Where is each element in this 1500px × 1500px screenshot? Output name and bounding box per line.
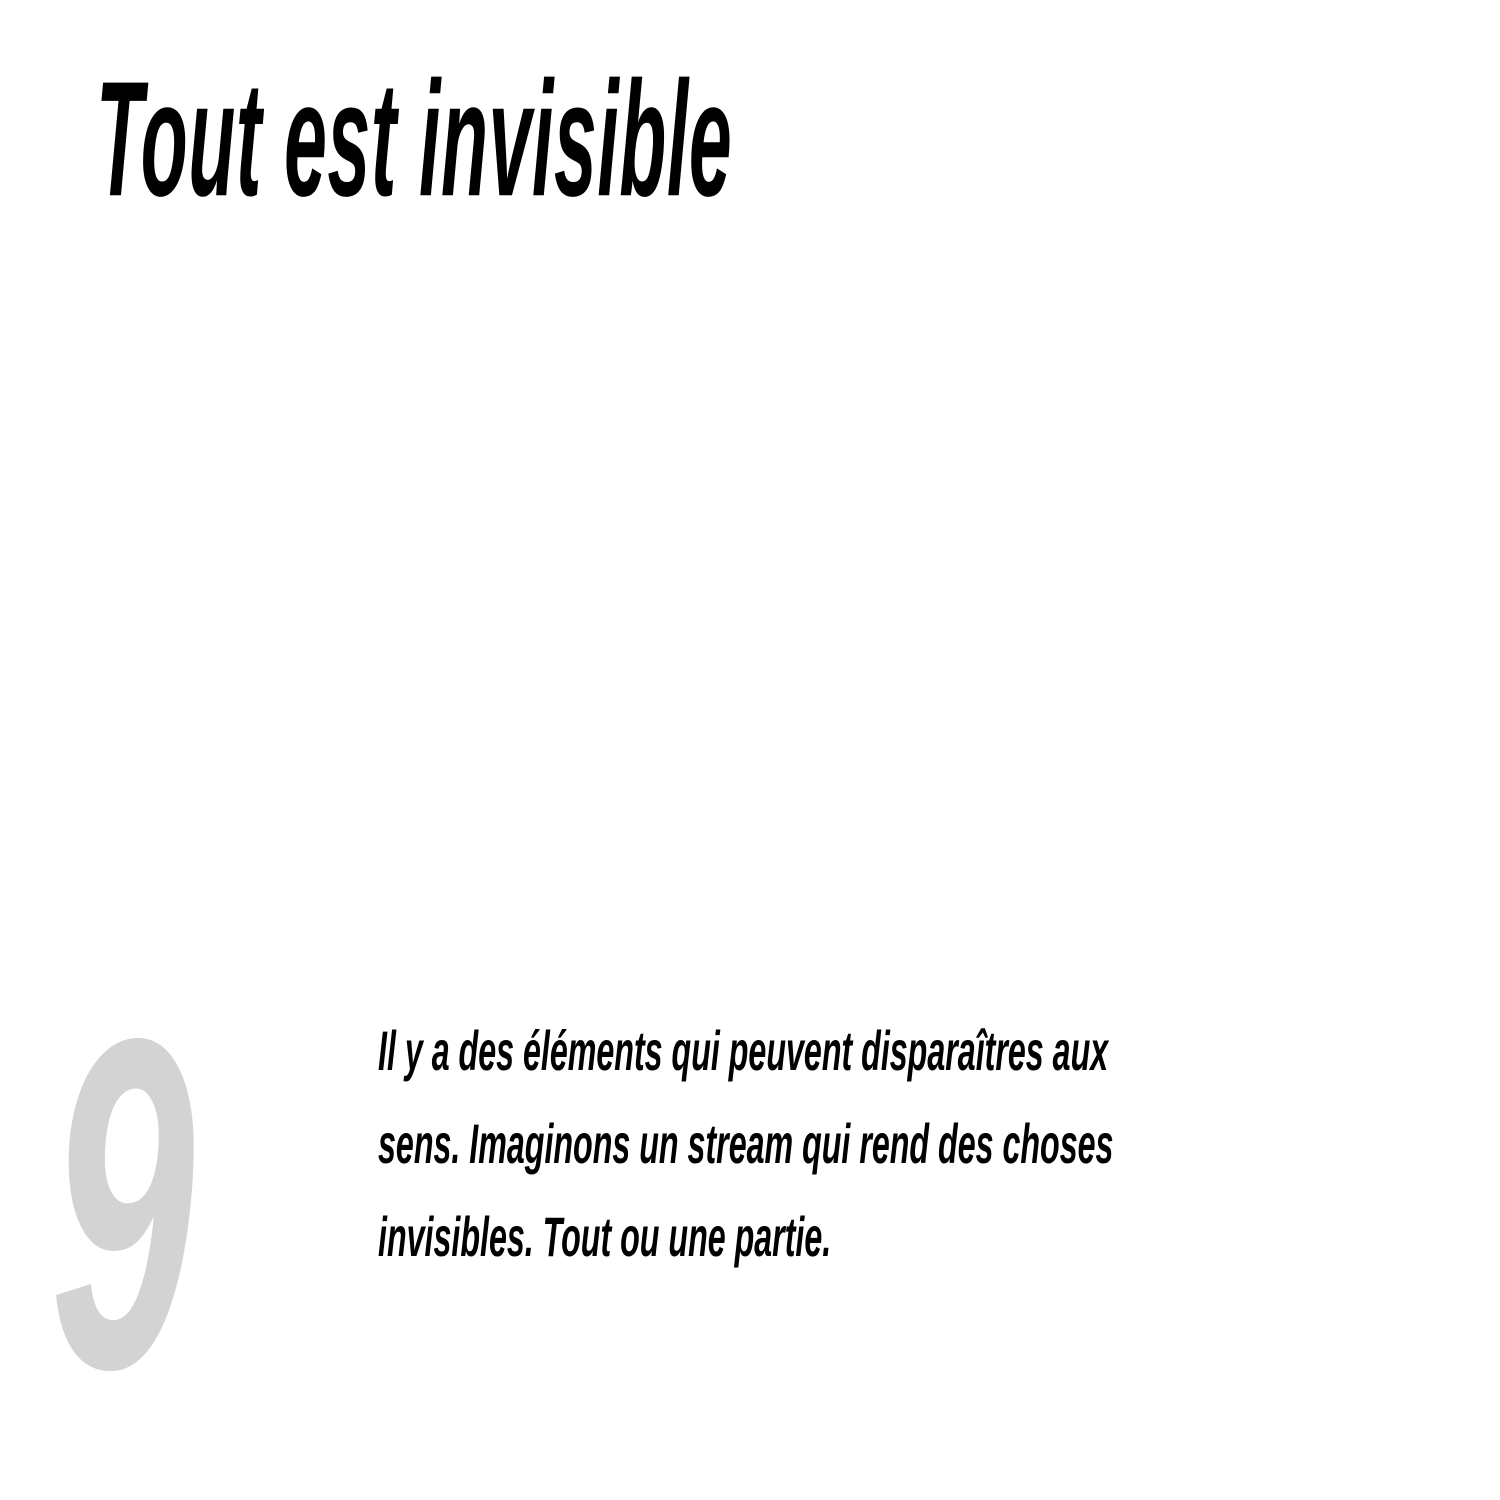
section-number: 9 (50, 942, 195, 1468)
page: Tout est invisible 9 Il y a des éléments… (0, 0, 1500, 1500)
body-line: sens. Imaginons un stream qui rend des c… (378, 1112, 1114, 1175)
body-line: invisibles. Tout ou une partie. (378, 1205, 832, 1268)
page-title: Tout est invisible (96, 48, 733, 231)
body-paragraph: Il y a des éléments qui peuvent disparaî… (378, 1004, 1367, 1283)
body-line: Il y a des éléments qui peuvent disparaî… (378, 1019, 1109, 1082)
